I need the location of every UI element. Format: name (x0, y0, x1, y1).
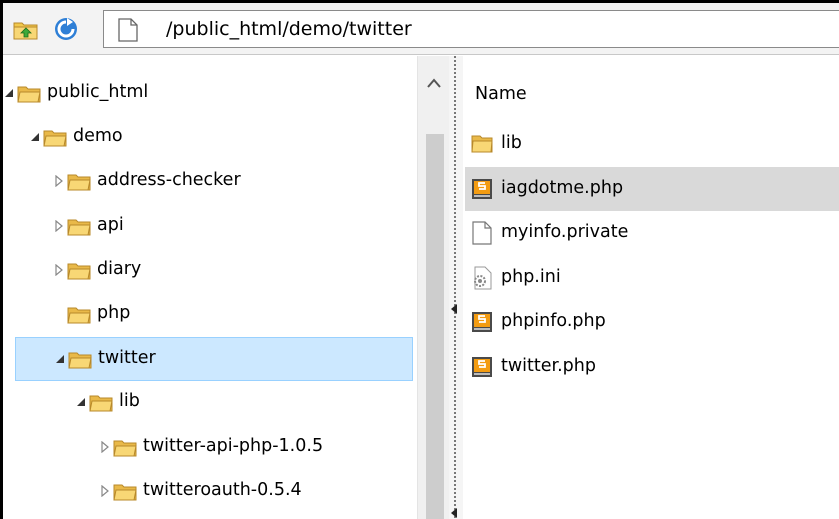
file-name: twitter.php (501, 355, 596, 376)
file-row[interactable]: lib (465, 122, 839, 166)
file-row[interactable]: phpinfo.php (465, 300, 839, 344)
tree-item[interactable]: diary (3, 249, 415, 293)
tree-item-label: demo (73, 126, 123, 147)
file-name: php.ini (501, 266, 561, 287)
tree-scrollbar[interactable] (417, 56, 449, 519)
tree-item-label: api (97, 214, 124, 235)
pane-splitter[interactable] (449, 56, 463, 519)
folder-icon (113, 440, 137, 457)
file-list[interactable]: Name lib iagdotme.php myinfo.private php.in… (463, 56, 839, 519)
scroll-thumb[interactable] (426, 134, 444, 519)
collapse-triangle-icon[interactable] (3, 87, 15, 99)
tree-item[interactable]: address-checker (3, 160, 415, 204)
tree-item-label: lib (119, 391, 140, 412)
file-row[interactable]: twitter.php (465, 345, 839, 389)
folder-icon (67, 263, 91, 280)
collapse-triangle-icon[interactable] (29, 131, 41, 143)
tree-item[interactable]: api (3, 205, 415, 249)
file-name: myinfo.private (501, 222, 629, 242)
tree-item-label: diary (97, 258, 142, 279)
blank-file-icon (472, 221, 492, 245)
address-bar[interactable]: /public_html/demo/twitter (103, 10, 839, 48)
folder-icon (67, 174, 91, 191)
file-name: phpinfo.php (501, 311, 606, 331)
collapse-triangle-icon[interactable] (54, 353, 66, 365)
expand-triangle-icon[interactable] (99, 484, 111, 497)
folder-icon (67, 219, 91, 236)
folder-icon (17, 86, 41, 103)
folder-icon (113, 484, 137, 501)
tree-item[interactable]: public_html (3, 72, 415, 116)
folder-icon (89, 395, 113, 412)
folder-up-icon[interactable] (13, 16, 39, 42)
expand-triangle-icon[interactable] (53, 219, 65, 232)
collapse-triangle-icon[interactable] (75, 396, 87, 408)
folder-icon (471, 135, 493, 153)
address-path: /public_html/demo/twitter (166, 18, 412, 40)
settings-file-icon (474, 266, 492, 289)
folder-icon (67, 307, 91, 324)
tree-item[interactable]: demo (3, 116, 415, 160)
tree-item-label: twitter (98, 348, 156, 369)
folder-icon (43, 130, 67, 147)
splitter-line (454, 56, 456, 519)
php-file-icon (472, 312, 492, 332)
file-name: iagdotme.php (501, 177, 624, 198)
tree-item[interactable]: lib (3, 381, 415, 425)
tree-item[interactable]: twitter (15, 337, 413, 382)
file-row[interactable]: iagdotme.php (465, 166, 839, 211)
splitter-arrow-icon (451, 304, 457, 314)
file-name: lib (501, 133, 522, 153)
expand-triangle-icon[interactable] (53, 263, 65, 276)
tree-item-label: twitter-api-php-1.0.5 (143, 435, 324, 456)
php-file-icon (472, 178, 492, 199)
tree-item[interactable]: php (3, 293, 415, 337)
php-file-icon (472, 356, 492, 377)
refresh-icon[interactable] (53, 16, 79, 42)
tree-item-label: public_html (47, 82, 149, 102)
tree-item[interactable]: twitteroauth-0.5.4 (3, 470, 415, 514)
expand-triangle-icon[interactable] (99, 440, 111, 453)
page-icon (118, 18, 138, 42)
toolbar: /public_html/demo/twitter (3, 3, 839, 55)
column-header-name[interactable]: Name (475, 84, 527, 104)
folder-icon (68, 352, 92, 369)
scroll-up-arrow-icon[interactable] (427, 78, 441, 88)
expand-triangle-icon[interactable] (53, 175, 65, 188)
file-row[interactable]: myinfo.private (465, 211, 839, 255)
tree-item[interactable]: twitter-api-php-1.0.5 (3, 426, 415, 470)
tree-item-label: address-checker (97, 170, 241, 191)
tree-item-label: php (97, 303, 131, 323)
splitter-arrow-icon (451, 508, 457, 518)
file-row[interactable]: php.ini (465, 256, 839, 300)
tree-item-label: twitteroauth-0.5.4 (143, 479, 302, 500)
folder-tree[interactable]: twitteroauth-0.5.4 twitter-api-php-1.0.5 l… (3, 56, 449, 519)
